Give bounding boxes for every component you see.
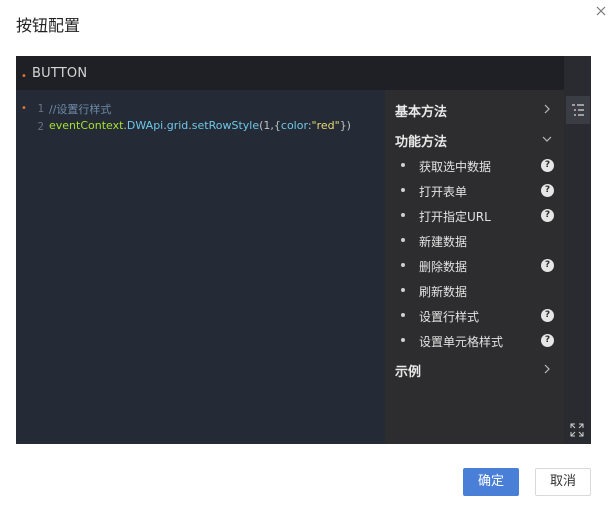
method-item[interactable]: 刷新数据 (401, 282, 561, 300)
cancel-button[interactable]: 取消 (535, 468, 591, 496)
code-line[interactable]: eventContext.DWApi.grid.setRowStyle(1,{c… (49, 119, 351, 132)
code-token: }) (339, 119, 351, 132)
method-label: 打开指定URL (419, 210, 491, 224)
section-examples[interactable]: 示例 (395, 361, 421, 380)
fullscreen-icon[interactable] (570, 423, 584, 437)
side-rail (564, 56, 591, 444)
code-token: setRowStyle (191, 119, 260, 132)
bullet (401, 338, 405, 342)
method-label: 删除数据 (419, 260, 468, 274)
method-item[interactable]: 设置行样式 ? (401, 307, 561, 325)
method-item[interactable]: 删除数据 ? (401, 257, 561, 275)
method-helper-panel: 基本方法 功能方法 获取选中数据 ? 打开表单 ? 打开指定URL ? 新建数据… (385, 90, 564, 444)
method-item[interactable]: 设置单元格样式 ? (401, 332, 561, 350)
code-editor[interactable]: • BUTTON • 1 //设置行样式 2 eventContext.DWAp… (16, 56, 591, 444)
close-icon[interactable] (594, 4, 608, 18)
bullet (401, 313, 405, 317)
bullet (401, 288, 405, 292)
help-icon[interactable]: ? (541, 209, 554, 222)
code-line[interactable]: //设置行样式 (49, 101, 111, 117)
section-basic-methods[interactable]: 基本方法 (395, 101, 447, 120)
help-icon[interactable]: ? (541, 184, 554, 197)
outline-list-icon (572, 104, 584, 116)
line-marker: • (21, 103, 27, 114)
method-label: 设置行样式 (419, 310, 480, 324)
method-item[interactable]: 打开表单 ? (401, 182, 561, 200)
code-token: DWApi (126, 119, 164, 132)
help-icon[interactable]: ? (541, 309, 554, 322)
code-token: color (280, 119, 308, 132)
code-token: grid (166, 119, 189, 132)
chevron-right-icon[interactable] (541, 103, 553, 115)
chevron-right-icon[interactable] (541, 363, 553, 375)
bullet (401, 213, 405, 217)
bullet (401, 238, 405, 242)
line-number: 1 (37, 102, 44, 115)
line-number: 2 (37, 120, 44, 133)
modified-marker: • (21, 71, 27, 82)
code-token: eventContext (49, 119, 124, 132)
code-token: "red" (311, 119, 340, 132)
dialog-title: 按钮配置 (16, 16, 81, 35)
button-config-dialog: 按钮配置 • BUTTON • 1 //设置行样式 2 eventContext… (0, 0, 611, 509)
code-token: (1,{ (259, 119, 281, 132)
method-label: 打开表单 (419, 185, 468, 199)
method-item[interactable]: 打开指定URL ? (401, 207, 561, 225)
code-comment: //设置行样式 (49, 103, 112, 116)
section-function-methods[interactable]: 功能方法 (395, 131, 447, 150)
method-item[interactable]: 获取选中数据 ? (401, 157, 561, 175)
bullet (401, 163, 405, 167)
method-label: 刷新数据 (419, 285, 468, 299)
editor-tab[interactable]: BUTTON (32, 66, 87, 81)
method-label: 新建数据 (419, 235, 468, 249)
chevron-down-icon[interactable] (541, 133, 553, 145)
bullet (401, 188, 405, 192)
method-item[interactable]: 新建数据 (401, 232, 561, 250)
method-label: 获取选中数据 (419, 160, 492, 174)
editor-tab-bar: • BUTTON (16, 56, 564, 90)
help-icon[interactable]: ? (541, 334, 554, 347)
helper-toggle-button[interactable] (566, 96, 590, 124)
confirm-button[interactable]: 确定 (463, 468, 519, 496)
method-label: 设置单元格样式 (419, 335, 504, 349)
help-icon[interactable]: ? (541, 259, 554, 272)
help-icon[interactable]: ? (541, 159, 554, 172)
bullet (401, 263, 405, 267)
